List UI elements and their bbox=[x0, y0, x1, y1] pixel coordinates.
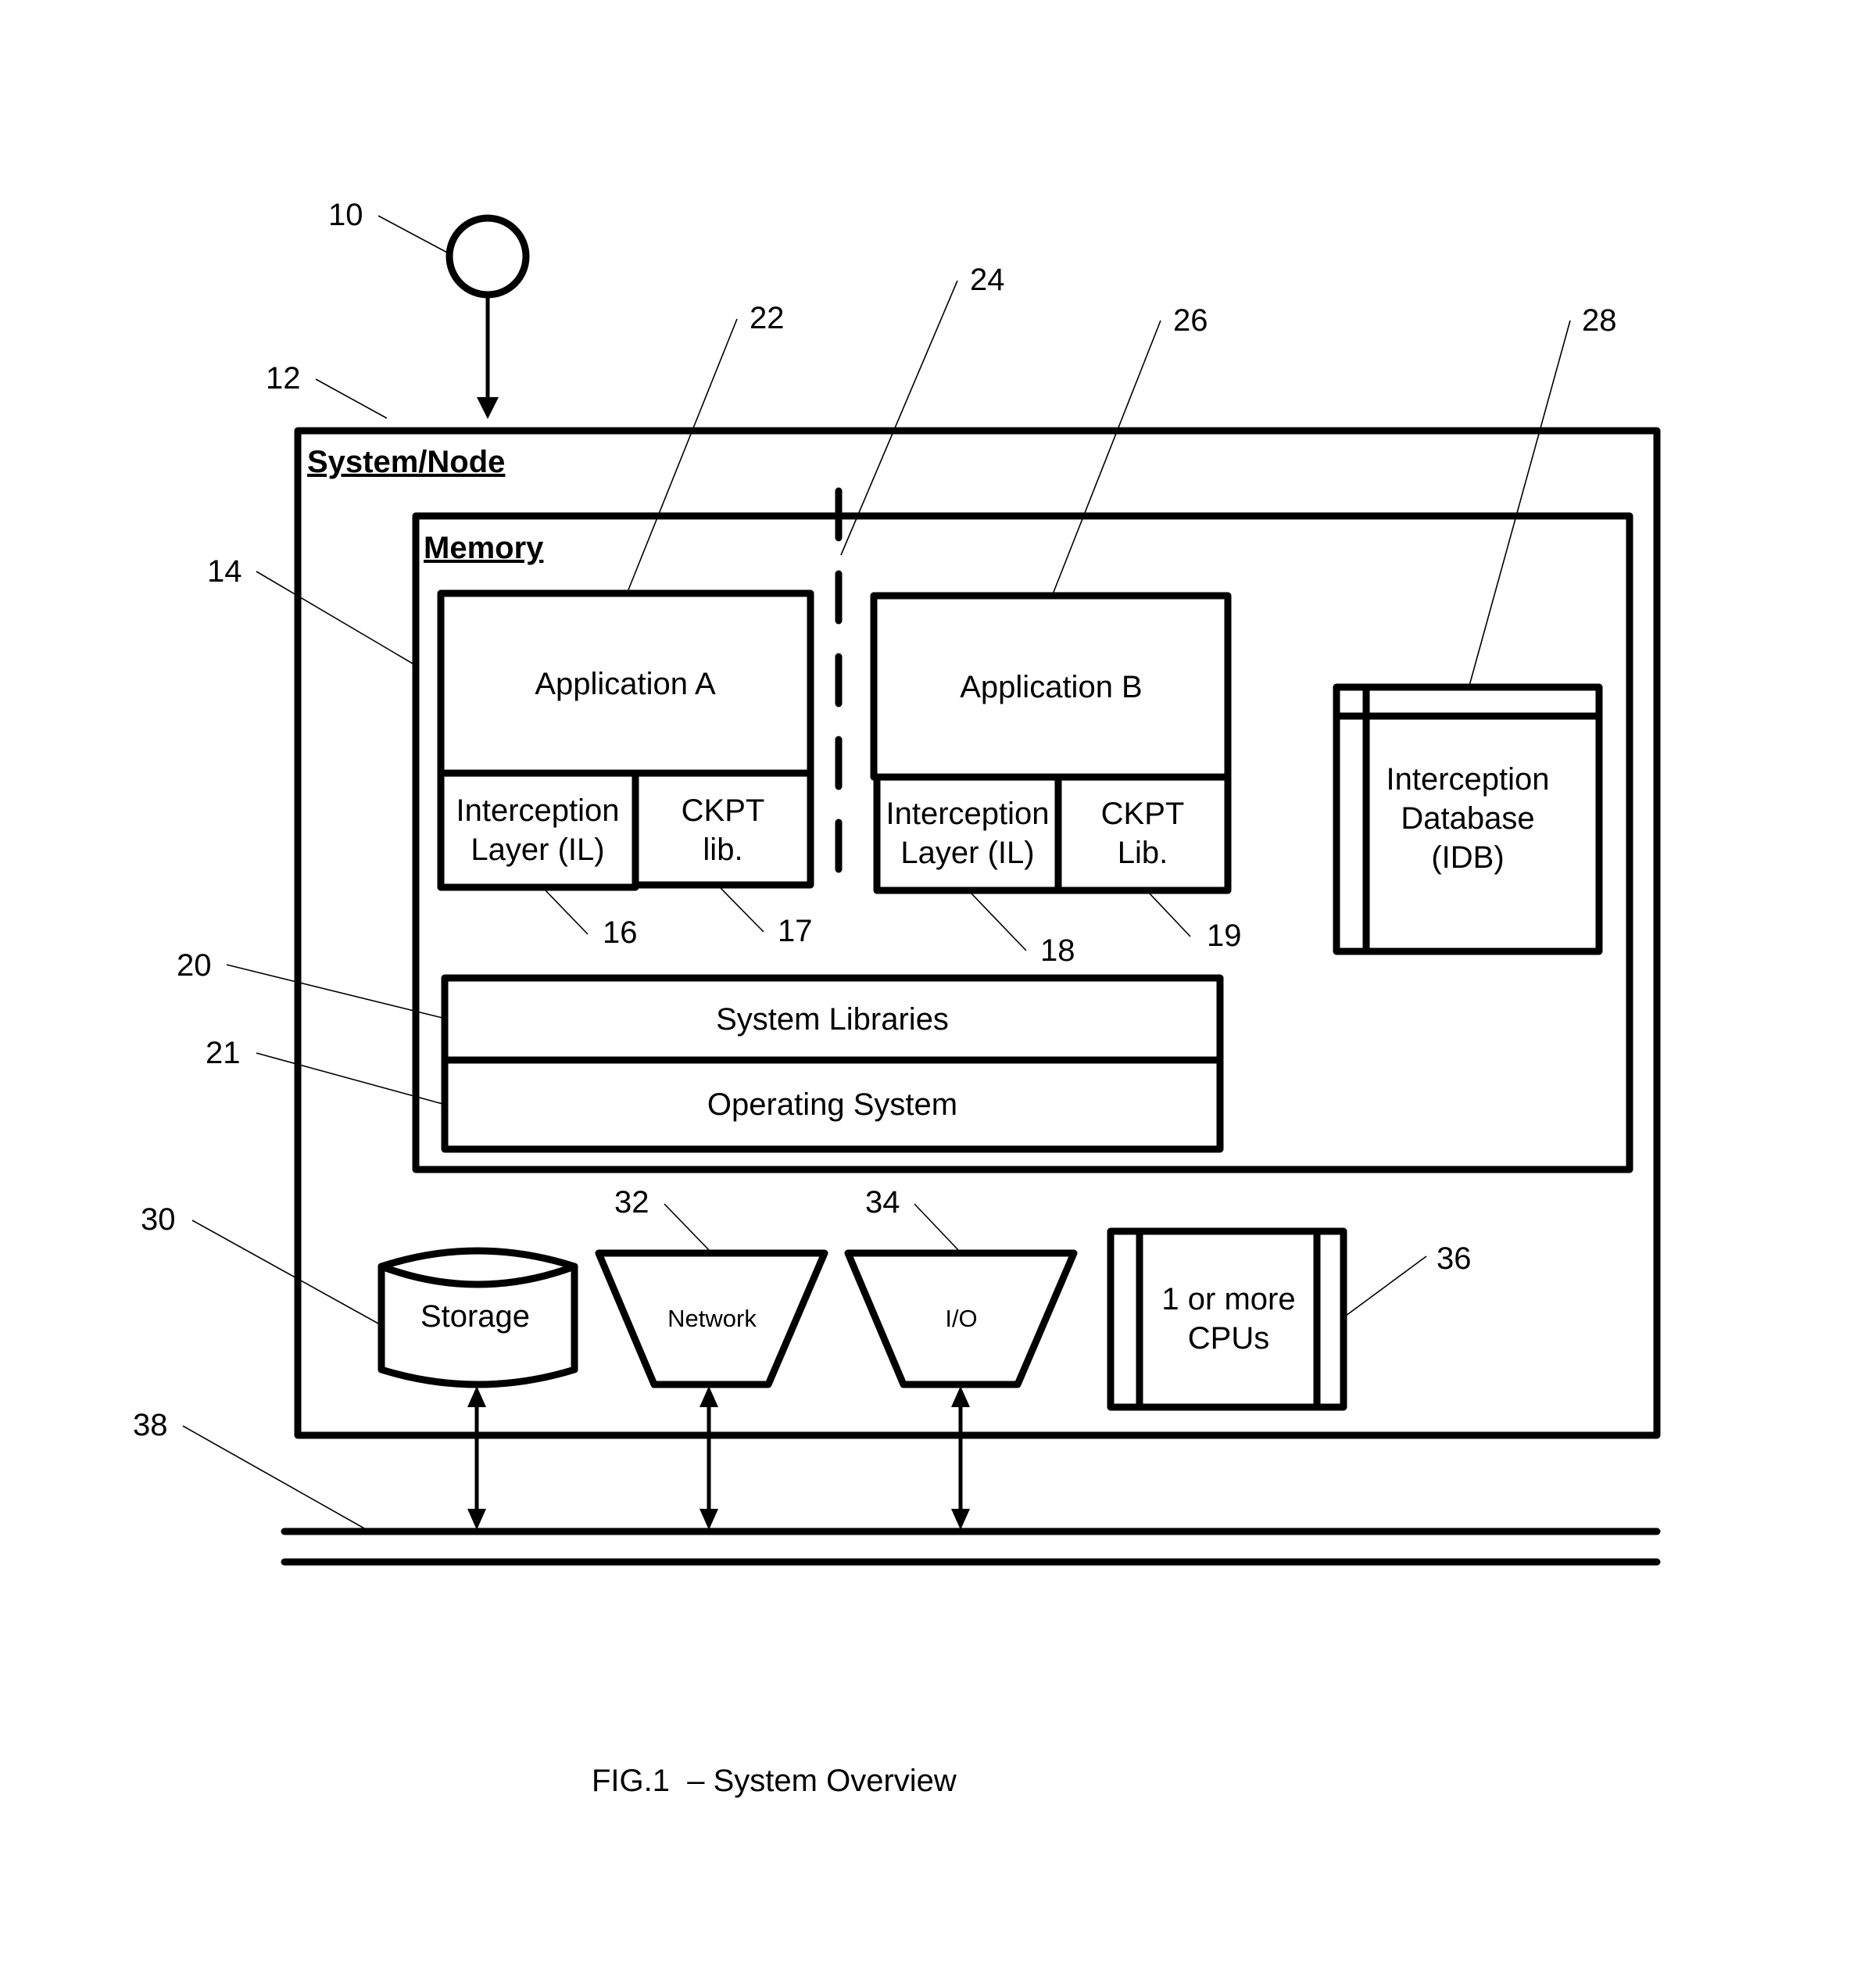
network-label: Network bbox=[667, 1305, 757, 1332]
ckpt-lib-a-line1: CKPT bbox=[682, 793, 765, 828]
interception-layer-b-box bbox=[873, 773, 1062, 894]
interception-layer-b-line1: Interception bbox=[886, 797, 1049, 831]
ckpt-lib-b-box bbox=[1054, 773, 1232, 894]
interception-database-ref-number: 28 bbox=[1582, 303, 1617, 338]
interception-layer-a-ref-number: 16 bbox=[603, 915, 638, 950]
separator-ref-number: 24 bbox=[970, 263, 1005, 297]
storage-label: Storage bbox=[420, 1299, 530, 1334]
operating-system-ref-number: 21 bbox=[206, 1036, 241, 1070]
system-ref-number: 12 bbox=[266, 361, 301, 396]
storage-bus-arrow-down bbox=[467, 1509, 486, 1530]
system-leader-line bbox=[315, 378, 388, 419]
network-bus-arrow-down bbox=[700, 1509, 718, 1530]
cpus-line1: 1 or more bbox=[1161, 1282, 1295, 1316]
interception-layer-b-ref-number: 18 bbox=[1040, 933, 1075, 968]
storage-ref-number: 30 bbox=[141, 1202, 176, 1237]
figure-caption: FIG.1 – System Overview bbox=[592, 1764, 957, 1798]
application-b-ref-number: 26 bbox=[1173, 303, 1208, 338]
ckpt-lib-b-ref-number: 19 bbox=[1207, 919, 1242, 953]
ckpt-lib-a-ref-number: 17 bbox=[778, 914, 813, 948]
io-label: I/O bbox=[945, 1305, 977, 1332]
application-a-ref-number: 22 bbox=[750, 301, 785, 335]
cpus-line2: CPUs bbox=[1188, 1321, 1269, 1356]
cpus-box bbox=[1107, 1227, 1347, 1411]
interception-layer-b-line2: Layer (IL) bbox=[900, 836, 1034, 870]
cpus-ref-number: 36 bbox=[1437, 1241, 1472, 1276]
application-b: Application B Interception Layer (IL) CK… bbox=[870, 303, 1242, 968]
system-node-title: System/Node bbox=[307, 445, 505, 479]
actor: 10 bbox=[328, 198, 530, 419]
io-bus-arrow-down bbox=[951, 1509, 970, 1530]
interception-layer-a-line2: Layer (IL) bbox=[471, 833, 604, 867]
application-b-label: Application B bbox=[960, 670, 1142, 704]
ckpt-lib-b-line1: CKPT bbox=[1101, 797, 1185, 831]
operating-system-label: Operating System bbox=[707, 1087, 957, 1122]
system-overview-diagram: 10 System/Node 12 Memory 14 Application … bbox=[133, 198, 1661, 1798]
actor-leader-line bbox=[377, 215, 449, 254]
bus-ref-number: 38 bbox=[133, 1408, 168, 1442]
application-a-label: Application A bbox=[535, 667, 716, 701]
ckpt-lib-a-line2: lib. bbox=[703, 833, 742, 867]
interception-database-line2: Database bbox=[1401, 801, 1534, 836]
system-libraries-label: System Libraries bbox=[716, 1002, 949, 1037]
system-libraries-ref-number: 20 bbox=[177, 948, 212, 983]
interception-layer-a-box bbox=[437, 769, 639, 891]
interception-database-line3: (IDB) bbox=[1431, 840, 1504, 875]
memory-ref-number: 14 bbox=[207, 554, 242, 589]
network-ref-number: 32 bbox=[614, 1185, 649, 1220]
ckpt-lib-b-line2: Lib. bbox=[1118, 836, 1168, 870]
io-ref-number: 34 bbox=[865, 1185, 900, 1220]
actor-ref-number: 10 bbox=[328, 198, 363, 232]
actor-arrow-head bbox=[477, 397, 499, 419]
interception-layer-a-line1: Interception bbox=[456, 793, 619, 828]
actor-circle-icon bbox=[445, 214, 530, 299]
memory-title: Memory bbox=[424, 531, 544, 565]
ckpt-lib-a-box bbox=[632, 769, 814, 889]
interception-database-line1: Interception bbox=[1386, 762, 1549, 797]
bus-leader-line bbox=[182, 1425, 365, 1529]
